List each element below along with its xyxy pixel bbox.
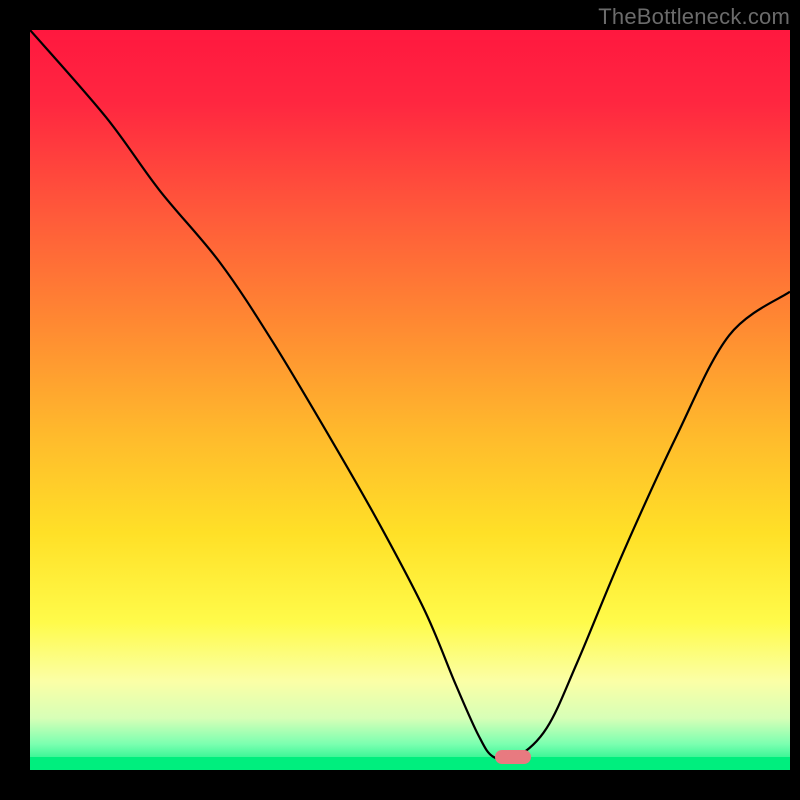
gradient-background (30, 30, 790, 770)
chart-frame: TheBottleneck.com (0, 0, 800, 800)
green-baseline-band (30, 757, 790, 770)
chart-svg (30, 30, 790, 770)
watermark: TheBottleneck.com (598, 4, 790, 30)
plot-area (30, 30, 790, 770)
